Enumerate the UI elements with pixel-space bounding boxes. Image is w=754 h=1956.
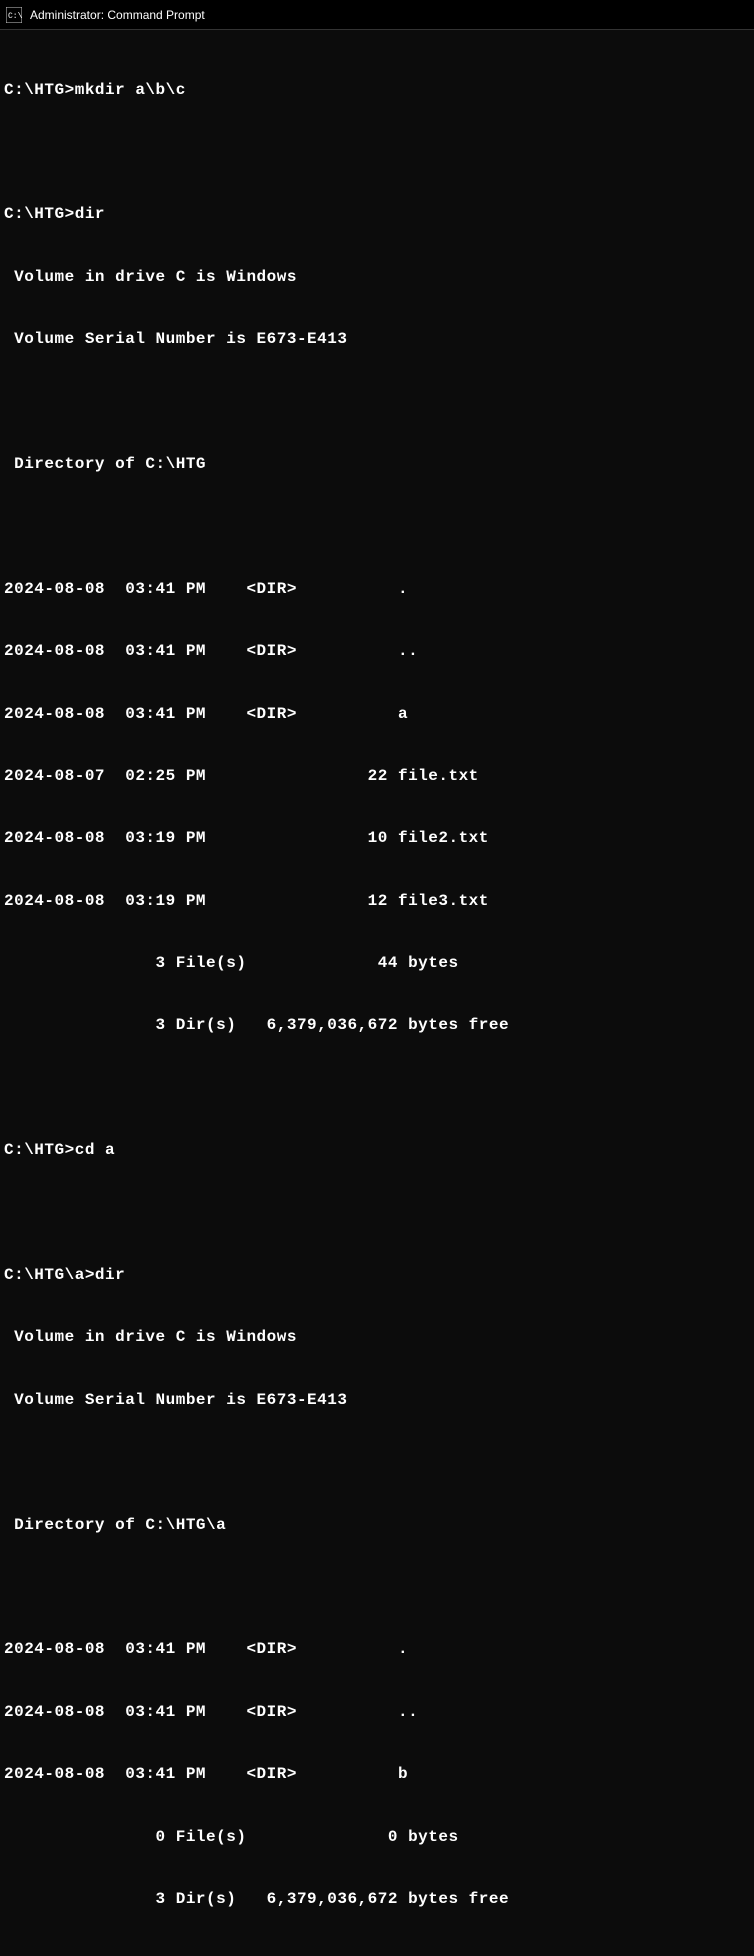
terminal-line: Volume in drive C is Windows — [4, 267, 750, 288]
terminal-blank — [4, 392, 750, 413]
terminal-line: 3 Dir(s) 6,379,036,672 bytes free — [4, 1889, 750, 1910]
terminal-line: 2024-08-08 03:41 PM <DIR> a — [4, 704, 750, 725]
terminal-line: 3 File(s) 44 bytes — [4, 953, 750, 974]
terminal-line: C:\HTG>dir — [4, 204, 750, 225]
terminal-line: C:\HTG>cd a — [4, 1140, 750, 1161]
terminal-output[interactable]: C:\HTG>mkdir a\b\c C:\HTG>dir Volume in … — [0, 30, 754, 1956]
terminal-blank — [4, 142, 750, 163]
terminal-line: 2024-08-08 03:41 PM <DIR> . — [4, 1639, 750, 1660]
window-titlebar[interactable]: C:\ Administrator: Command Prompt — [0, 0, 754, 30]
terminal-line: 2024-08-08 03:41 PM <DIR> .. — [4, 1702, 750, 1723]
terminal-blank — [4, 1951, 750, 1956]
terminal-line: 3 Dir(s) 6,379,036,672 bytes free — [4, 1015, 750, 1036]
terminal-blank — [4, 516, 750, 537]
terminal-line: 2024-08-08 03:19 PM 10 file2.txt — [4, 828, 750, 849]
terminal-blank — [4, 1078, 750, 1099]
terminal-line: C:\HTG>mkdir a\b\c — [4, 80, 750, 101]
terminal-line: Volume in drive C is Windows — [4, 1327, 750, 1348]
terminal-line: Directory of C:\HTG — [4, 454, 750, 475]
terminal-line: C:\HTG\a>dir — [4, 1265, 750, 1286]
terminal-line: Volume Serial Number is E673-E413 — [4, 329, 750, 350]
terminal-line: 0 File(s) 0 bytes — [4, 1827, 750, 1848]
window-title: Administrator: Command Prompt — [30, 8, 205, 22]
terminal-line: 2024-08-08 03:19 PM 12 file3.txt — [4, 891, 750, 912]
svg-text:C:\: C:\ — [8, 12, 22, 21]
terminal-line: 2024-08-07 02:25 PM 22 file.txt — [4, 766, 750, 787]
cmd-icon: C:\ — [6, 7, 22, 23]
terminal-line: 2024-08-08 03:41 PM <DIR> .. — [4, 641, 750, 662]
terminal-blank — [4, 1452, 750, 1473]
terminal-line: Directory of C:\HTG\a — [4, 1515, 750, 1536]
terminal-blank — [4, 1577, 750, 1598]
terminal-line: 2024-08-08 03:41 PM <DIR> b — [4, 1764, 750, 1785]
terminal-line: Volume Serial Number is E673-E413 — [4, 1390, 750, 1411]
terminal-line: 2024-08-08 03:41 PM <DIR> . — [4, 579, 750, 600]
terminal-blank — [4, 1203, 750, 1224]
